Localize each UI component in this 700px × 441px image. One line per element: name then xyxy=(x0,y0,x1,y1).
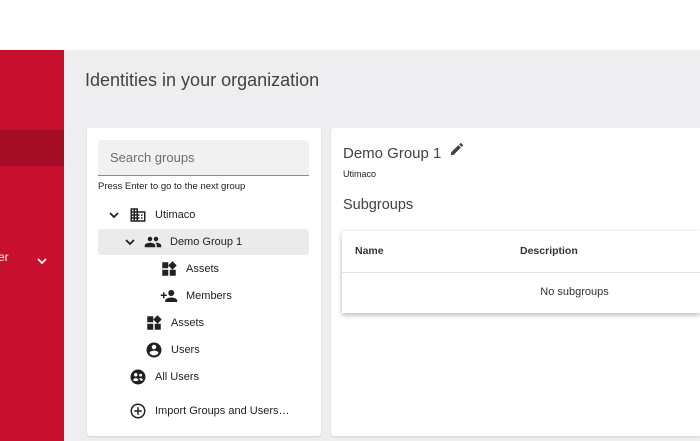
group-title: Demo Group 1 xyxy=(343,145,442,162)
tree-item-label: Members xyxy=(186,290,232,302)
group-icon xyxy=(144,236,162,248)
all-users-icon xyxy=(130,369,146,385)
tree-item-assets[interactable]: Assets xyxy=(145,310,204,336)
tree-item-label: Demo Group 1 xyxy=(170,236,243,248)
tree-item-label: All Users xyxy=(155,371,200,383)
tree-item-utimaco[interactable]: Utimaco xyxy=(108,202,195,228)
tree-item-label: Import Groups and Users… xyxy=(155,405,290,417)
table-divider xyxy=(342,272,700,273)
search-groups-input[interactable] xyxy=(98,140,309,176)
tree-item-all-users[interactable]: All Users xyxy=(129,364,199,390)
tree-item-label: Users xyxy=(171,344,200,356)
page-title: Identities in your organization xyxy=(85,70,320,90)
subgroups-heading: Subgroups xyxy=(343,197,414,213)
empty-state-text: No subgroups xyxy=(540,286,609,298)
tree-item-label: Assets xyxy=(186,263,220,275)
sidebar: er xyxy=(0,50,64,441)
account-circle-icon xyxy=(146,342,162,358)
tree-item-demo-group-1[interactable]: Demo Group 1 xyxy=(98,229,309,255)
tree-item-users[interactable]: Users xyxy=(145,337,200,363)
edit-icon[interactable] xyxy=(449,141,465,157)
chevron-down-icon[interactable] xyxy=(36,256,48,266)
tree-item-label: Utimaco xyxy=(155,209,196,221)
tree-item-label: Assets xyxy=(171,317,205,329)
building-icon xyxy=(130,208,146,222)
chevron-down-icon[interactable] xyxy=(108,209,120,221)
column-header-name[interactable]: Name xyxy=(355,245,384,257)
top-bar xyxy=(0,0,700,51)
widgets-icon xyxy=(147,315,162,330)
person-add-icon xyxy=(160,290,178,302)
tree-item-group-assets[interactable]: Assets xyxy=(160,256,219,282)
widgets-icon xyxy=(162,261,177,276)
sidebar-item-label[interactable]: er xyxy=(0,250,9,264)
import-groups-button[interactable]: Import Groups and Users… xyxy=(129,398,290,424)
column-header-description[interactable]: Description xyxy=(520,245,578,257)
chevron-down-icon[interactable] xyxy=(124,236,136,248)
group-parent-label: Utimaco xyxy=(343,169,377,179)
search-hint: Press Enter to go to the next group xyxy=(98,181,246,192)
subgroups-table: Name Description No subgroups xyxy=(342,231,700,313)
add-circle-outline-icon xyxy=(130,403,146,419)
tree-item-group-members[interactable]: Members xyxy=(160,283,232,309)
sidebar-item-active[interactable] xyxy=(0,130,64,166)
